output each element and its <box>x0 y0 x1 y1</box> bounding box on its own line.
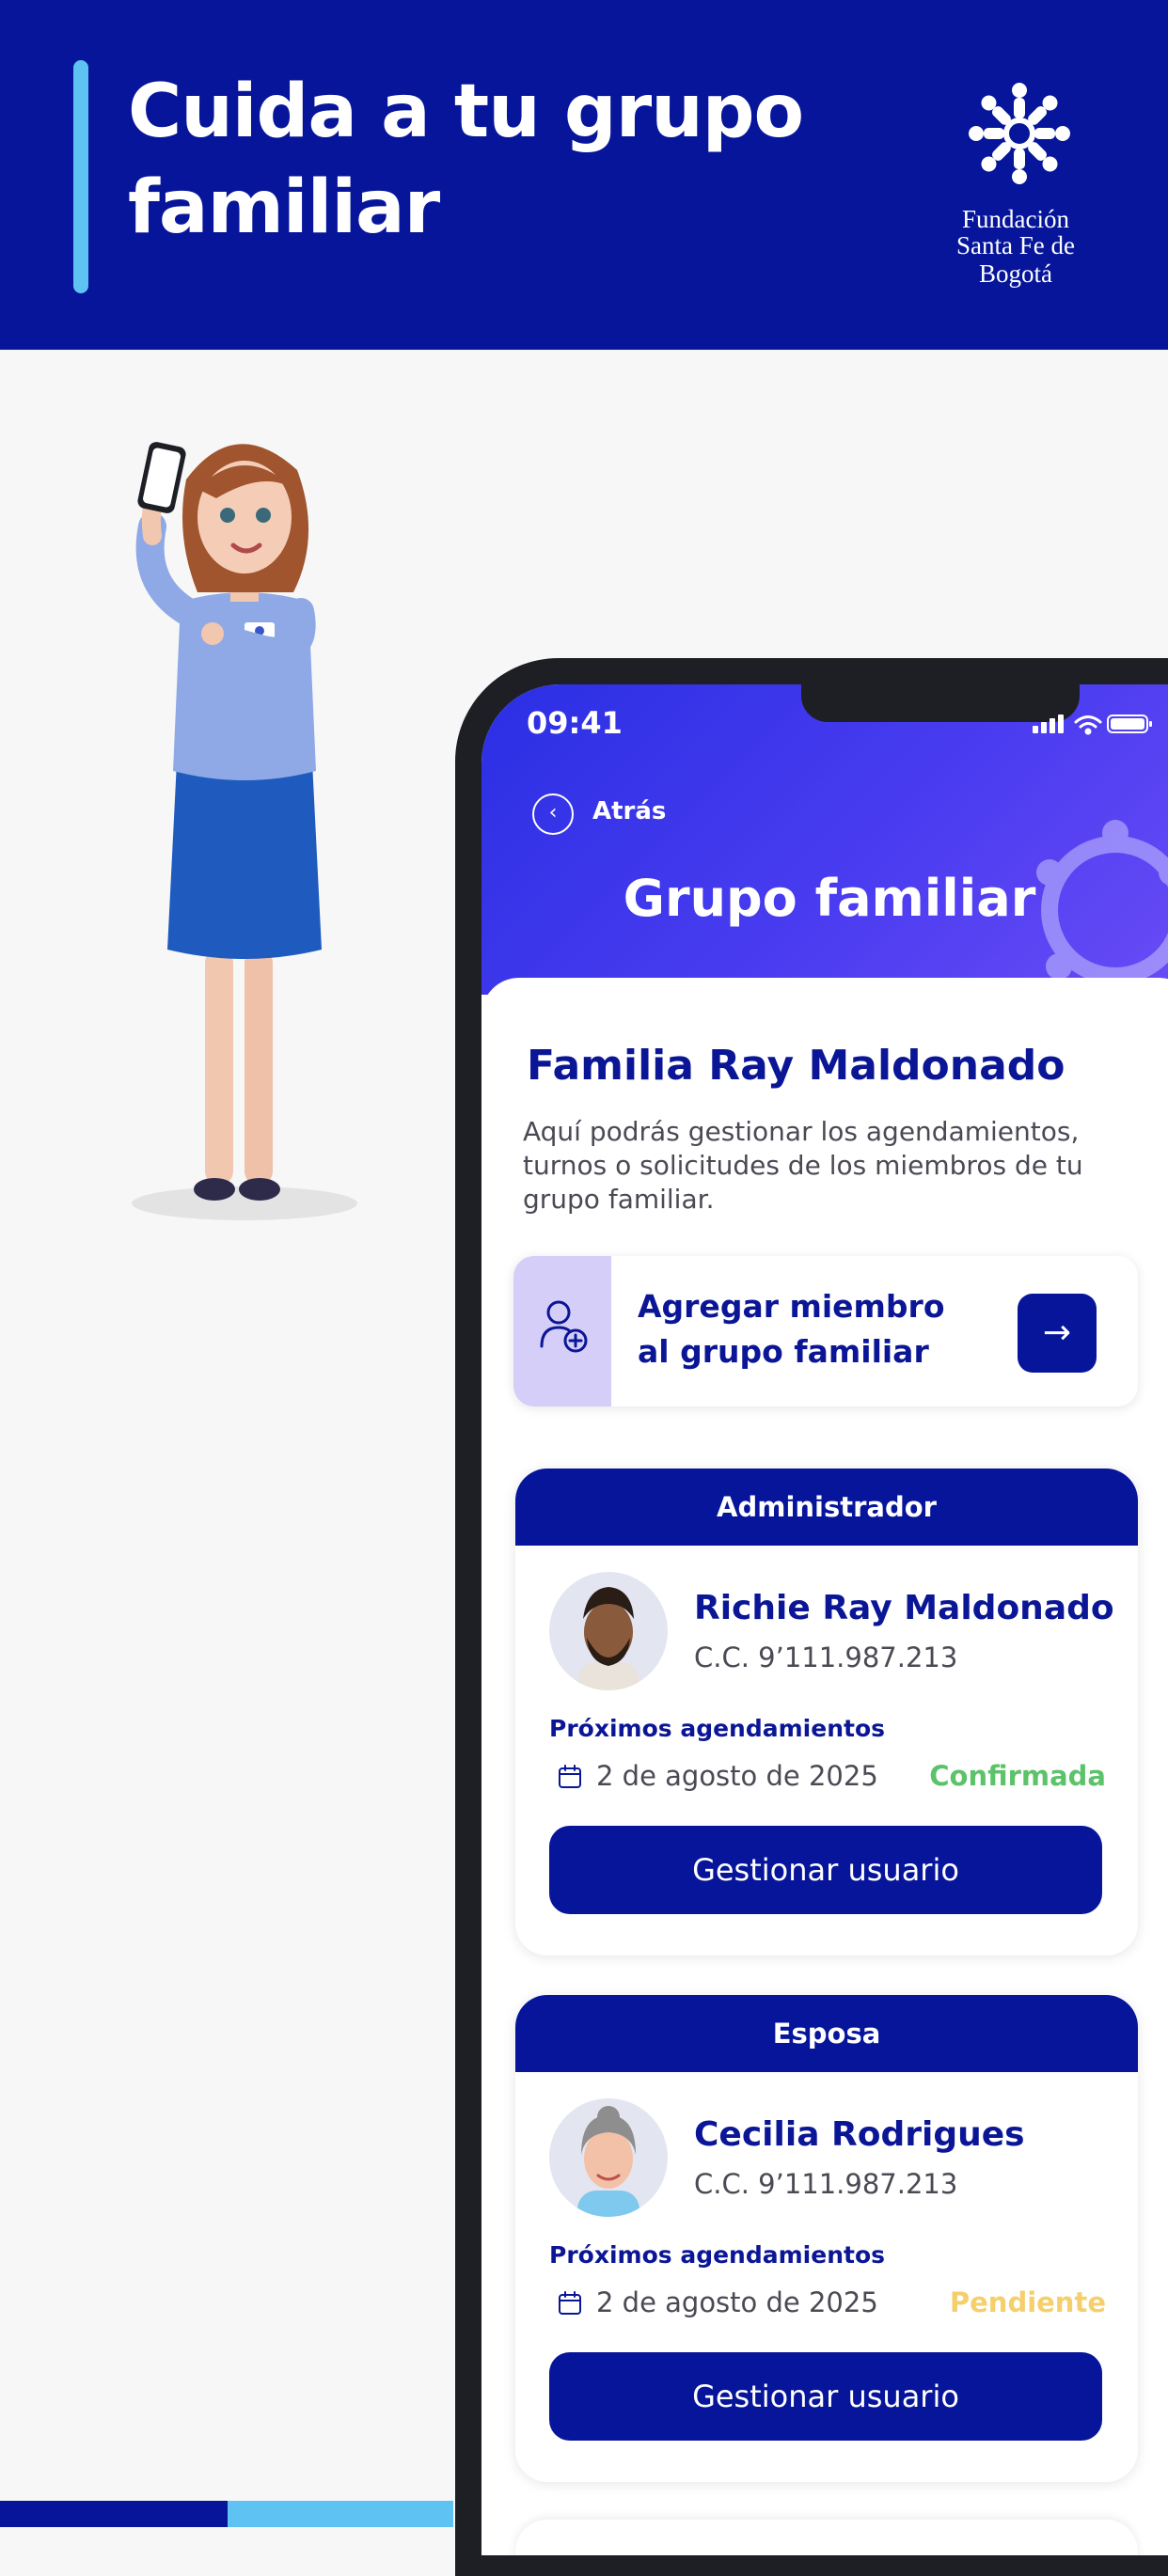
add-member-card[interactable]: Agregar miembro al grupo familiar → <box>513 1256 1138 1406</box>
arrow-right-icon: → <box>1042 1313 1072 1352</box>
member-id: C.C. 9’111.987.213 <box>694 1641 958 1673</box>
bottom-strip-light <box>228 2501 453 2527</box>
chevron-left-icon: ‹ <box>548 801 558 825</box>
member-id: C.C. 9’111.987.213 <box>694 2168 958 2200</box>
status-badge: Pendiente <box>949 2286 1106 2318</box>
back-label[interactable]: Atrás <box>592 797 666 825</box>
appointments-label: Próximos agendamientos <box>549 1715 885 1742</box>
status-icons <box>1033 715 1152 735</box>
status-badge: Confirmada <box>929 1760 1106 1792</box>
banner-title: Cuida a tu grupo familiar <box>128 70 804 250</box>
signal-icon <box>1033 715 1064 733</box>
screen-header: 09:41 ‹ Atrás Grupo familiar <box>481 684 1168 995</box>
appointment-date: 2 de agosto de 2025 <box>596 2286 878 2318</box>
manage-user-button[interactable]: Gestionar usuario <box>549 2352 1102 2441</box>
phone-screen: 09:41 ‹ Atrás Grupo familiar Familia Ray… <box>481 684 1168 2555</box>
calendar-icon <box>559 2291 581 2315</box>
avatar <box>549 2098 668 2217</box>
fundacion-logo: Fundación Santa Fe de Bogotá <box>922 81 1110 288</box>
member-role: Esposa <box>515 1995 1138 2072</box>
top-banner: Cuida a tu grupo familiar Fundación Sant… <box>0 0 1168 350</box>
add-member-go-button[interactable]: → <box>1018 1294 1097 1373</box>
wifi-icon <box>1074 715 1102 735</box>
member-card-esposa: Esposa Cecilia Rodrigues C.C. 9’111.987.… <box>515 1995 1138 2482</box>
member-card-administrador: Administrador Richie Ray Maldonado C.C. … <box>515 1469 1138 1956</box>
family-description: Aquí podrás gestionar los agendamientos,… <box>523 1116 1083 1215</box>
add-user-icon <box>540 1300 588 1353</box>
logo-text-line1: Fundación <box>962 205 1069 233</box>
logo-mark-icon <box>969 83 1070 184</box>
assistant-character-illustration <box>132 442 357 1220</box>
member-name: Cecilia Rodrigues <box>694 2115 1025 2154</box>
appointments-label: Próximos agendamientos <box>549 2241 885 2269</box>
banner-accent-bar <box>73 60 88 293</box>
appointment-date: 2 de agosto de 2025 <box>596 1760 878 1792</box>
next-member-card-peek <box>515 2520 1138 2555</box>
logo-text-line2: Santa Fe de Bogotá <box>956 231 1075 288</box>
manage-user-button[interactable]: Gestionar usuario <box>549 1826 1102 1914</box>
status-time: 09:41 <box>527 705 623 741</box>
bottom-strip-dark <box>0 2501 228 2527</box>
member-name: Richie Ray Maldonado <box>694 1589 1114 1627</box>
battery-icon <box>1107 715 1152 733</box>
add-member-label: Agregar miembro al grupo familiar <box>638 1288 945 1370</box>
member-role: Administrador <box>515 1469 1138 1546</box>
avatar <box>549 1572 668 1690</box>
family-name: Familia Ray Maldonado <box>527 1042 1065 1090</box>
header-decoration-icon <box>1036 820 1168 984</box>
calendar-icon <box>559 1765 581 1788</box>
add-member-icon-box <box>513 1256 611 1406</box>
back-button[interactable]: ‹ <box>532 793 574 835</box>
